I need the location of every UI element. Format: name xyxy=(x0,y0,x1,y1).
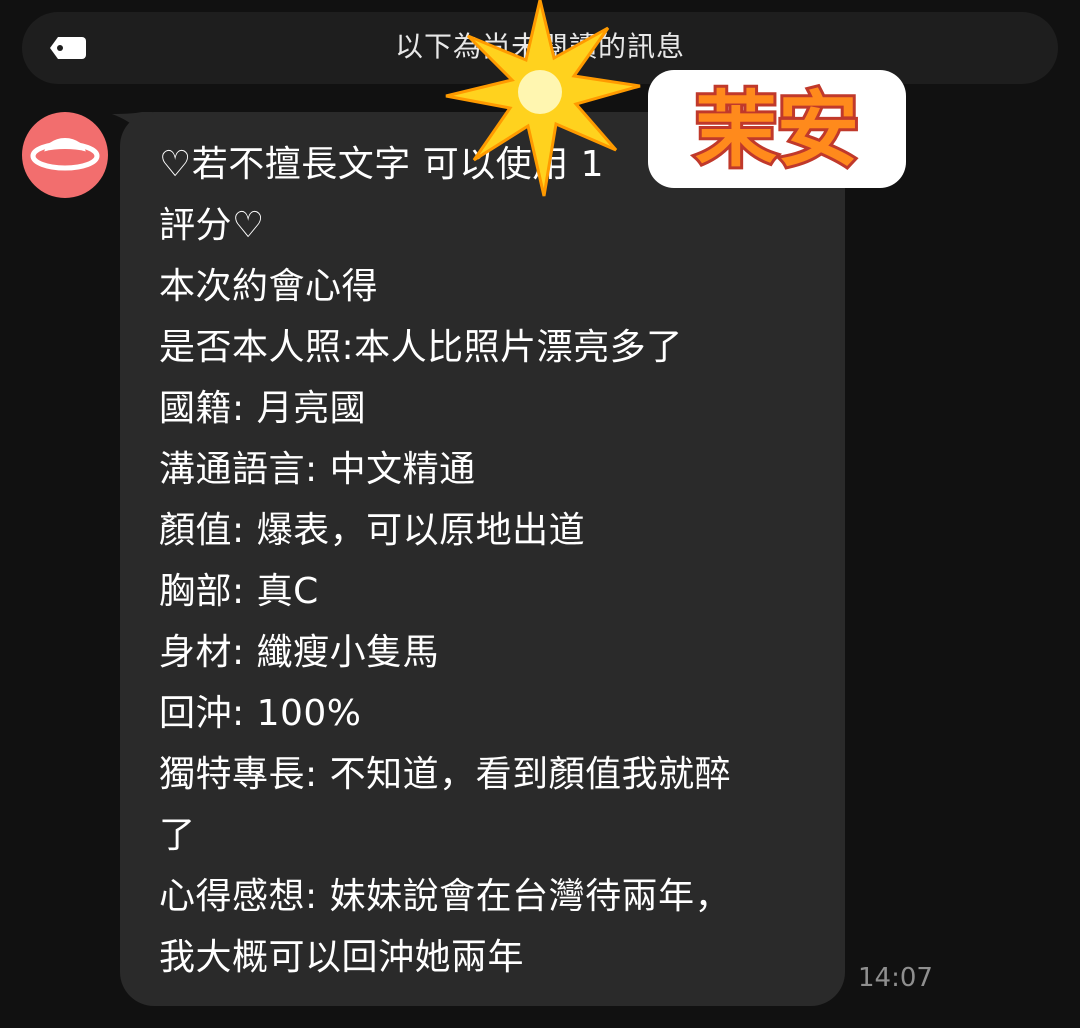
svg-text:茉安: 茉安 xyxy=(695,83,859,178)
message-line: 溝通語言: 中文精通 xyxy=(159,449,476,490)
message-line: 本次約會心得 xyxy=(159,266,379,307)
sender-avatar[interactable] xyxy=(22,112,108,198)
message-line: 胸部: 真C xyxy=(159,571,319,612)
message-line: 顏值: 爆表，可以原地出道 xyxy=(159,510,586,551)
message-line: 獨特專長: 不知道，看到顏值我就醉 xyxy=(159,754,732,795)
planet-icon xyxy=(30,138,100,171)
message-line: 身材: 纖瘦小隻馬 xyxy=(159,632,440,673)
message-line: 心得感想: 妹妹說會在台灣待兩年， xyxy=(159,876,732,917)
message-line: 國籍: 月亮國 xyxy=(159,388,367,429)
message-line: 是否本人照:本人比照片漂亮多了 xyxy=(159,327,683,368)
message-line: 我大概可以回沖她兩年 xyxy=(159,937,525,978)
message-line: 回沖: 100% xyxy=(159,693,362,734)
message-timestamp: 14:07 xyxy=(858,963,933,993)
message-text: ♡若不擅長文字 可以使用 1 評分♡ 本次約會心得 是否本人照:本人比照片漂亮多… xyxy=(159,134,829,988)
message-line: 了 xyxy=(159,815,196,856)
sticker-label: 茉安 xyxy=(648,70,906,188)
starburst-icon xyxy=(445,0,641,197)
message-line: 評分♡ xyxy=(159,205,265,246)
name-sticker: 茉安 xyxy=(445,0,906,197)
